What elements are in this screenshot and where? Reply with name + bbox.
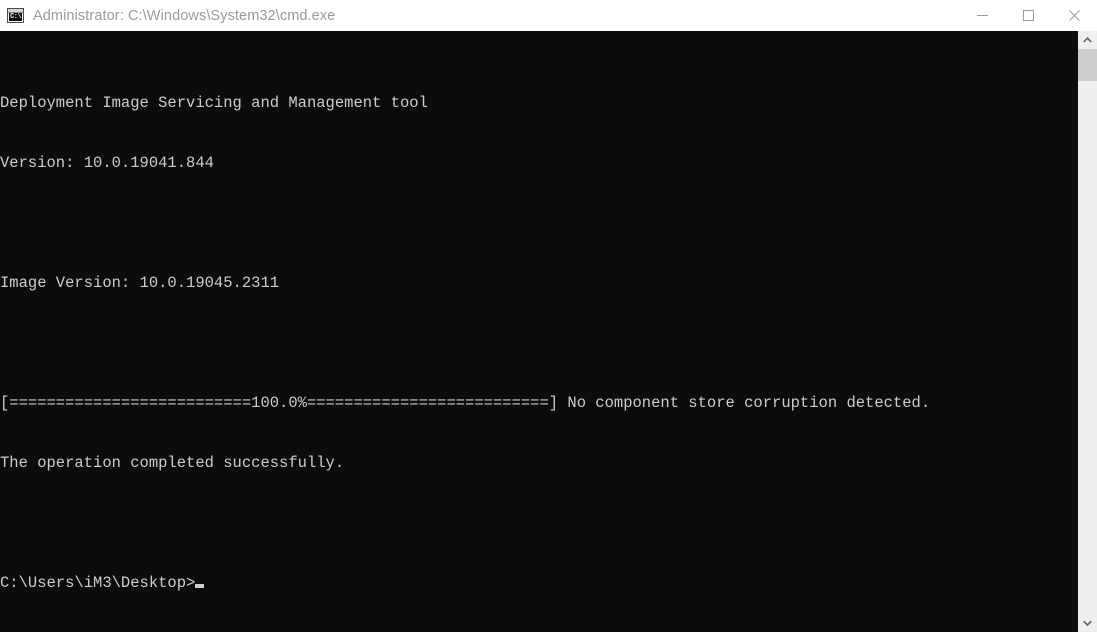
vertical-scrollbar[interactable] — [1078, 31, 1097, 632]
cmd-console-icon: C:\ — [7, 8, 24, 23]
close-button[interactable] — [1051, 0, 1097, 31]
minimize-button[interactable] — [959, 0, 1005, 31]
console-line: Image Version: 10.0.19045.2311 — [0, 274, 280, 292]
window-title: Administrator: C:\Windows\System32\cmd.e… — [33, 7, 336, 24]
scroll-up-arrow-icon[interactable] — [1078, 31, 1097, 49]
console-progress-line: [==========================100.0%=======… — [0, 394, 931, 412]
scroll-down-arrow-icon[interactable] — [1078, 614, 1097, 632]
scrollbar-track[interactable] — [1078, 49, 1097, 614]
title-bar[interactable]: C:\ Administrator: C:\Windows\System32\c… — [0, 0, 1097, 31]
console-line: The operation completed successfully. — [0, 454, 345, 472]
maximize-button[interactable] — [1005, 0, 1051, 31]
console-line: Version: 10.0.19041.844 — [0, 154, 214, 172]
console-text-block: Deployment Image Servicing and Managemen… — [0, 31, 930, 632]
icon-screen-text: C:\ — [9, 13, 22, 21]
prompt-path: C:\Users\iM3\Desktop> — [0, 574, 196, 592]
command-prompt-line[interactable]: C:\Users\iM3\Desktop> — [0, 573, 930, 593]
window-controls — [959, 0, 1097, 31]
cmd-window: C:\ Administrator: C:\Windows\System32\c… — [0, 0, 1097, 632]
text-cursor — [195, 584, 205, 588]
console-output-area[interactable]: Deployment Image Servicing and Managemen… — [0, 31, 1078, 632]
scrollbar-thumb[interactable] — [1078, 49, 1097, 81]
console-line: Deployment Image Servicing and Managemen… — [0, 94, 428, 112]
